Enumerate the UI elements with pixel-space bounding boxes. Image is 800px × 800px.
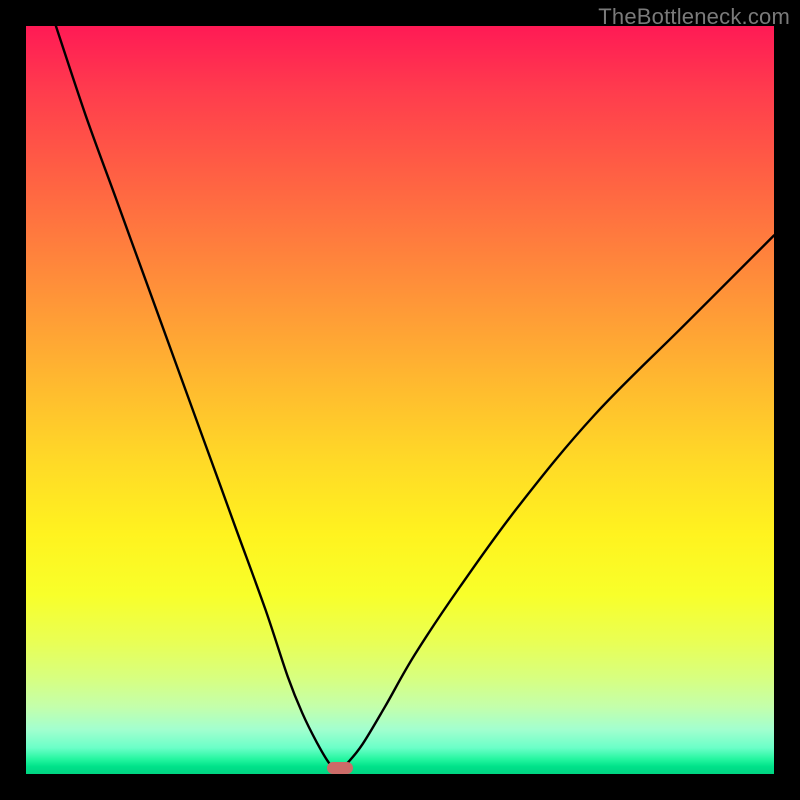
chart-container: TheBottleneck.com [0,0,800,800]
watermark-text: TheBottleneck.com [598,4,790,30]
plot-area [26,26,774,774]
optimal-marker [327,762,353,774]
bottleneck-curve [56,26,774,770]
curve-svg [26,26,774,774]
